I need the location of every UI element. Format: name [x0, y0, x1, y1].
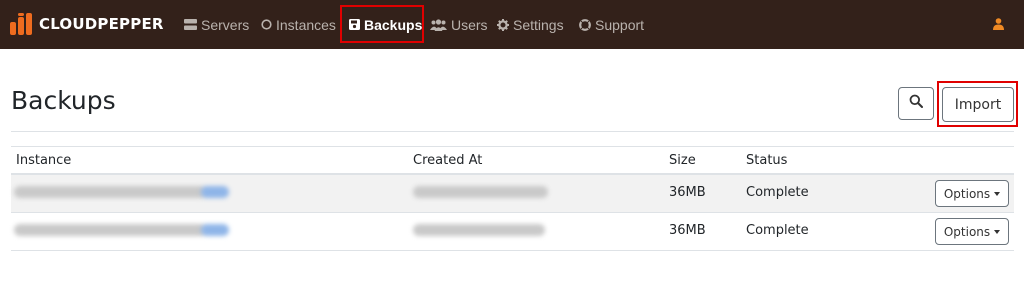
nav-support-label: Support [595, 16, 645, 33]
nav-support[interactable]: Support [579, 0, 644, 49]
options-label: Options [943, 186, 991, 201]
caret-down-icon [994, 229, 1001, 234]
page-title: Backups [11, 86, 116, 115]
options-dropdown-button[interactable]: Options [935, 180, 1009, 207]
options-label: Options [943, 224, 991, 239]
import-button[interactable]: Import [942, 87, 1014, 122]
nav-instances-label: Instances [276, 16, 336, 33]
column-header-status: Status [746, 153, 788, 168]
table-header: Instance Created At Size Status [11, 146, 1014, 175]
backup-size: 36MB [669, 185, 706, 200]
search-icon [909, 94, 923, 113]
backups-highlight-box [340, 5, 424, 43]
redacted-instance-name [14, 186, 206, 198]
backup-status: Complete [746, 185, 809, 200]
search-button[interactable] [898, 87, 934, 120]
column-header-size: Size [669, 153, 696, 168]
nav-servers-label: Servers [201, 16, 250, 33]
lifebuoy-icon [579, 18, 591, 31]
backup-status: Complete [746, 223, 809, 238]
redacted-instance-badge [201, 224, 229, 236]
redacted-instance-badge [201, 186, 229, 198]
redacted-created-at [413, 224, 545, 236]
nav-settings-label: Settings [513, 16, 564, 33]
top-navbar: CLOUDPEPPER Servers Instances Backups Us… [0, 0, 1024, 49]
circle-icon [261, 19, 272, 30]
backups-table: Instance Created At Size Status 36MB Com… [11, 146, 1014, 251]
redacted-instance-name [14, 224, 206, 236]
backup-size: 36MB [669, 223, 706, 238]
brand-name: CLOUDPEPPER [39, 15, 164, 33]
column-header-instance: Instance [16, 153, 72, 168]
table-row: 36MB Complete Options [11, 175, 1014, 213]
nav-servers[interactable]: Servers [184, 0, 249, 49]
column-header-created-at: Created At [413, 153, 483, 168]
user-icon[interactable] [993, 17, 1004, 35]
nav-instances[interactable]: Instances [261, 0, 336, 49]
nav-settings[interactable]: Settings [497, 0, 564, 49]
brand-logo-link[interactable]: CLOUDPEPPER [10, 13, 164, 35]
cloudpepper-logo-icon [10, 13, 32, 35]
table-row: 36MB Complete Options [11, 213, 1014, 251]
options-dropdown-button[interactable]: Options [935, 218, 1009, 245]
nav-users-label: Users [451, 16, 488, 33]
gear-icon [497, 18, 509, 31]
caret-down-icon [994, 191, 1001, 196]
nav-users[interactable]: Users [430, 0, 488, 49]
redacted-created-at [413, 186, 548, 198]
users-icon [430, 18, 447, 31]
header-divider [11, 131, 1014, 132]
servers-icon [184, 19, 197, 30]
